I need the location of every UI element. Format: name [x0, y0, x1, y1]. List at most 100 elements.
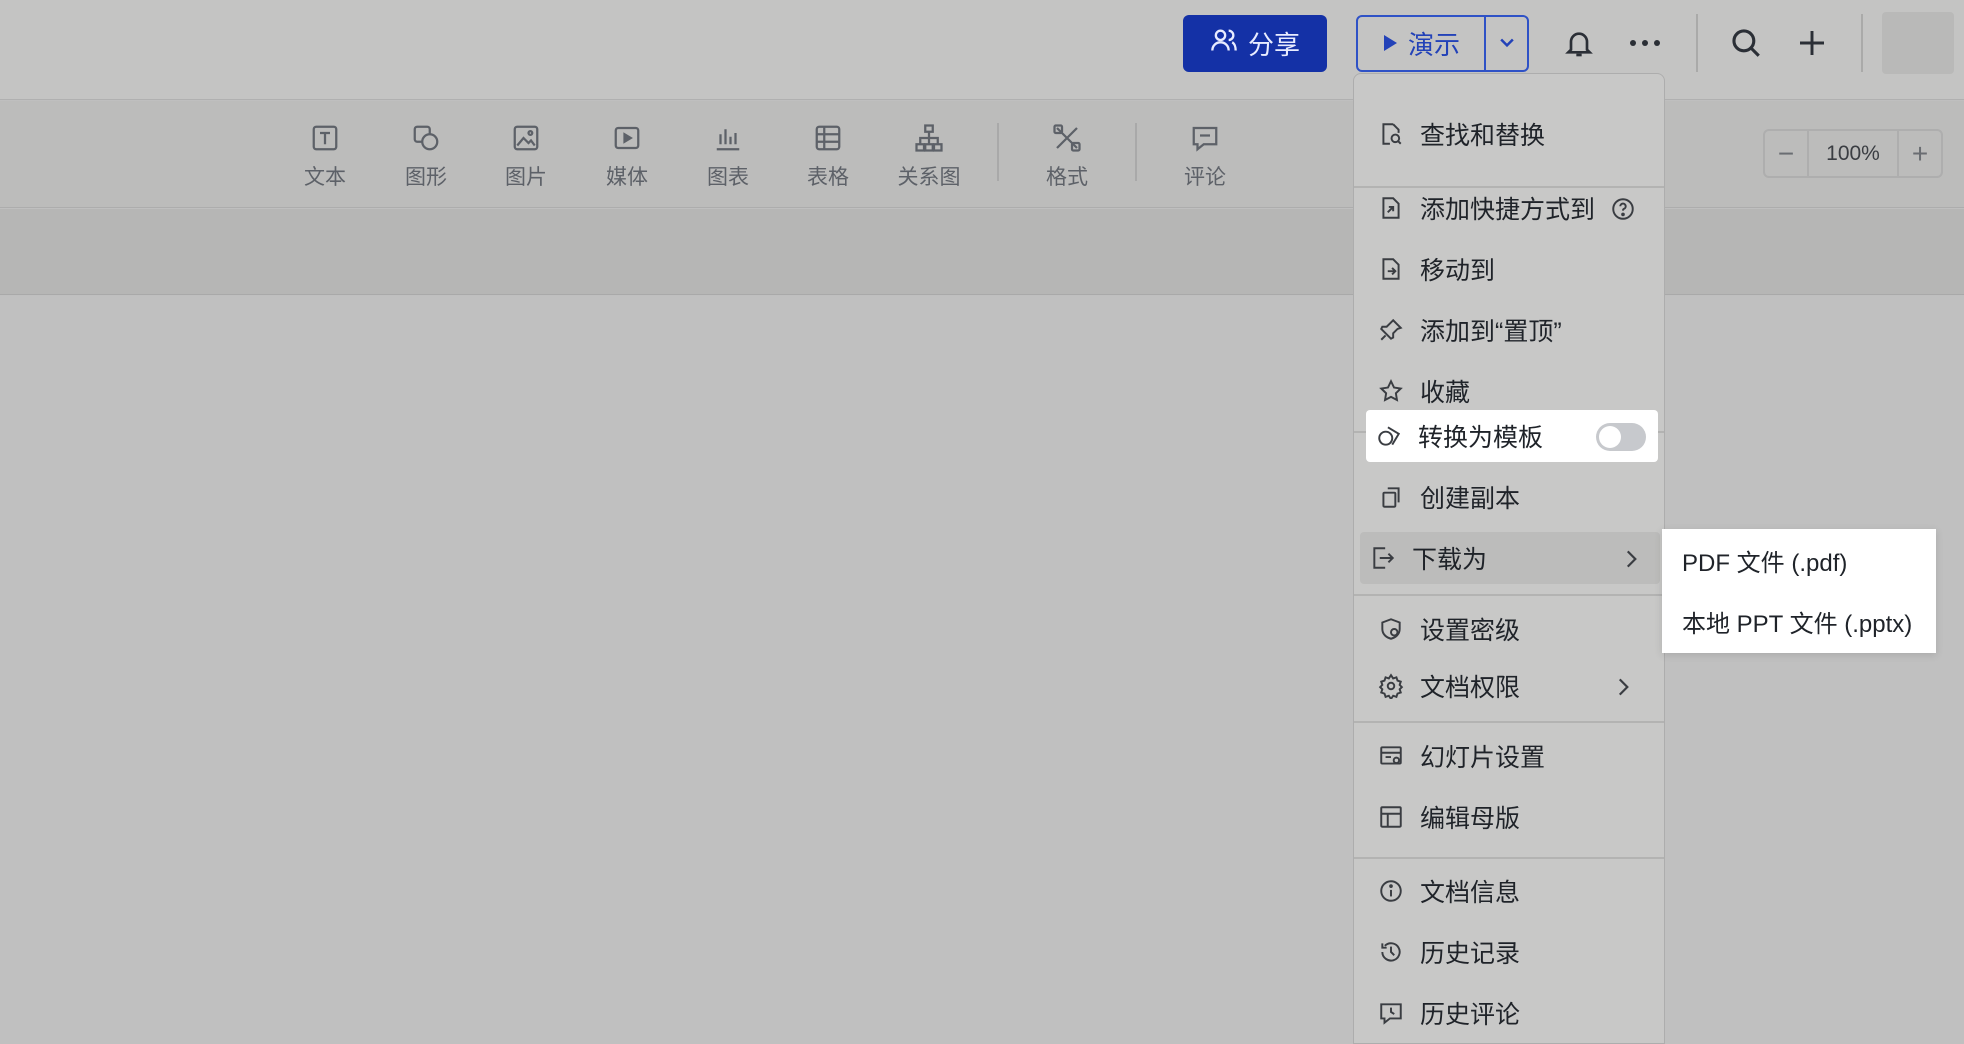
menu-item-label: 文档权限	[1420, 674, 1521, 702]
menu-item-label: 文档信息	[1420, 879, 1521, 907]
present-dropdown-button[interactable]	[1486, 17, 1527, 70]
slide-canvas[interactable]	[0, 296, 1964, 1044]
help-icon[interactable]	[1610, 196, 1636, 222]
template-toggle[interactable]	[1596, 423, 1646, 451]
menu-item-label: 查找和替换	[1420, 122, 1546, 150]
present-button[interactable]: 演示	[1358, 17, 1486, 70]
tool-label: 文本	[304, 166, 346, 189]
menu-item-label: 下载为	[1412, 546, 1488, 574]
menu-item-label: 添加快捷方式到	[1420, 196, 1596, 224]
media-icon	[614, 126, 640, 150]
top-bar: 分享 演示	[0, 0, 1964, 100]
tool-media[interactable]: 媒体	[587, 123, 667, 191]
format-icon	[1053, 124, 1081, 152]
menu-item-label: 创建副本	[1420, 485, 1521, 513]
menu-item-label: 添加到“置顶”	[1420, 318, 1562, 346]
menu-item-move-to[interactable]: 移动到	[1368, 243, 1652, 295]
chevron-right-icon	[1618, 678, 1629, 696]
menu-item-add-shortcut[interactable]: 添加快捷方式到	[1368, 182, 1652, 234]
more-icon[interactable]	[1622, 20, 1668, 66]
chevron-down-icon	[1497, 28, 1517, 59]
users-icon	[1210, 26, 1238, 61]
search-icon[interactable]	[1723, 20, 1769, 66]
submenu-item-pdf[interactable]: PDF 文件 (.pdf)	[1682, 543, 1847, 578]
tool-label: 图形	[405, 166, 447, 189]
tool-shape[interactable]: 图形	[386, 123, 466, 191]
find-replace-icon	[1382, 123, 1402, 145]
divider	[1135, 123, 1137, 181]
divider	[997, 123, 999, 181]
menu-item-label: 幻灯片设置	[1420, 744, 1546, 772]
star-icon	[1379, 379, 1403, 402]
avatar[interactable]	[1882, 12, 1954, 74]
menu-item-copy[interactable]: 创建副本	[1368, 471, 1652, 523]
tool-label: 图表	[707, 166, 749, 189]
menu-item-label: 历史记录	[1420, 940, 1521, 968]
share-label: 分享	[1247, 30, 1300, 60]
menu-item-find-replace[interactable]: 查找和替换	[1368, 108, 1652, 160]
image-icon	[513, 125, 539, 151]
chevron-right-icon	[1626, 550, 1637, 568]
security-level-icon	[1381, 618, 1401, 640]
divider	[1861, 14, 1863, 72]
template-icon	[1378, 426, 1401, 446]
tool-chart[interactable]: 图表	[688, 123, 768, 191]
bell-icon[interactable]	[1556, 20, 1602, 66]
tool-comment[interactable]: 评论	[1165, 123, 1245, 191]
slide-settings-icon	[1380, 746, 1402, 765]
slide-strip	[0, 209, 1964, 295]
menu-item-history-comments[interactable]: 历史评论	[1368, 987, 1652, 1039]
zoom-control: − 100% +	[1763, 129, 1943, 178]
tool-label: 表格	[807, 166, 849, 189]
menu-item-edit-master[interactable]: 编辑母版	[1368, 791, 1652, 843]
download-icon	[1373, 547, 1395, 569]
zoom-out-button[interactable]: −	[1765, 131, 1807, 176]
menu-item-slide-settings[interactable]: 幻灯片设置	[1368, 730, 1652, 782]
share-button[interactable]: 分享	[1183, 15, 1327, 72]
menu-item-label: 编辑母版	[1420, 805, 1521, 833]
menu-item-pin[interactable]: 添加到“置顶”	[1368, 304, 1652, 356]
submenu-item-pptx[interactable]: 本地 PPT 文件 (.pptx)	[1682, 604, 1912, 639]
menu-item-history[interactable]: 历史记录	[1368, 926, 1652, 978]
menu-item-label: 设置密级	[1420, 617, 1521, 645]
copy-icon	[1382, 487, 1400, 508]
zoom-value[interactable]: 100%	[1807, 131, 1899, 176]
plus-icon[interactable]	[1789, 20, 1835, 66]
zoom-in-button[interactable]: +	[1899, 131, 1941, 176]
comment-icon	[1192, 126, 1218, 152]
download-submenu: PDF 文件 (.pdf) 本地 PPT 文件 (.pptx)	[1662, 529, 1936, 653]
pin-icon	[1380, 318, 1403, 341]
menu-item-convert-template[interactable]: 转换为模板	[1366, 410, 1658, 462]
move-icon	[1382, 258, 1400, 280]
divider	[1354, 721, 1664, 723]
menu-item-download[interactable]: 下载为	[1360, 532, 1660, 584]
history-comment-icon	[1380, 1003, 1402, 1025]
tool-label: 媒体	[606, 166, 648, 189]
shortcut-icon	[1382, 197, 1400, 219]
present-label: 演示	[1407, 30, 1460, 60]
play-icon	[1382, 28, 1398, 59]
tool-table[interactable]: 表格	[788, 123, 868, 191]
menu-item-label: 历史评论	[1420, 1001, 1521, 1029]
divider	[1696, 14, 1698, 72]
divider	[1354, 594, 1664, 596]
insert-toolbar: 文本 图形 图片 媒体 图表 表格 关系图 格式 评论 − 100% +	[0, 101, 1964, 208]
tool-label: 图片	[505, 166, 547, 189]
menu-item-label: 收藏	[1420, 379, 1471, 407]
present-button-group: 演示	[1356, 15, 1529, 72]
tool-diagram[interactable]: 关系图	[889, 123, 969, 191]
info-icon	[1380, 880, 1402, 902]
menu-item-doc-info[interactable]: 文档信息	[1368, 865, 1652, 917]
tool-label: 格式	[1046, 166, 1088, 189]
tool-label: 关系图	[897, 166, 961, 189]
tool-format[interactable]: 格式	[1027, 123, 1107, 191]
menu-item-security-level[interactable]: 设置密级	[1368, 603, 1652, 655]
chart-icon	[716, 129, 740, 151]
text-icon	[312, 125, 338, 151]
tool-image[interactable]: 图片	[486, 123, 566, 191]
permission-icon	[1378, 673, 1404, 699]
menu-item-label: 移动到	[1420, 257, 1496, 285]
tool-label: 评论	[1184, 166, 1226, 189]
tool-text[interactable]: 文本	[285, 123, 365, 191]
menu-item-permission[interactable]: 文档权限	[1368, 660, 1652, 712]
